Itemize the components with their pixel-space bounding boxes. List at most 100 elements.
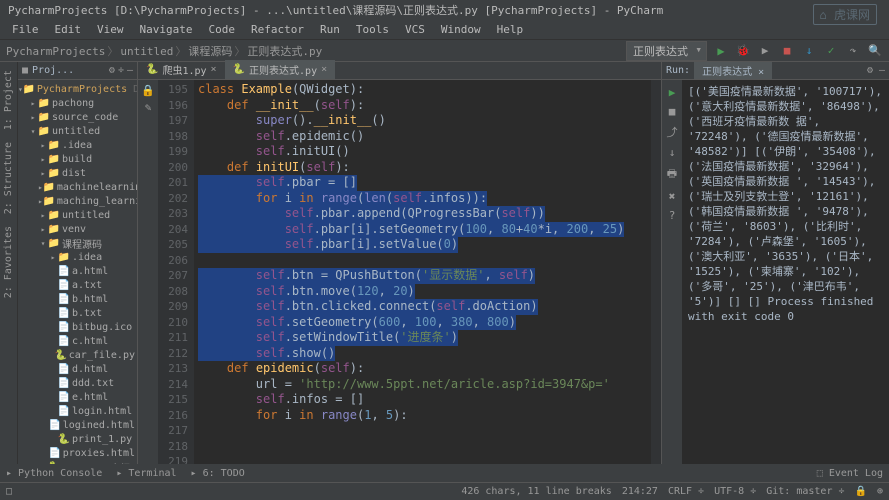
status-icon[interactable]: □ [6,486,12,497]
run-header: Run: 正则表达式 × ⚙ — [662,62,889,80]
lock-icon[interactable]: 🔒 [141,84,155,97]
tool-window-tab[interactable]: 2: Structure [3,138,14,218]
tree-node[interactable]: ▸📁dist [18,166,137,180]
status-item[interactable]: CRLF ÷ [668,486,704,497]
tool-window-tab[interactable]: 2: Favorites [3,222,14,302]
status-item[interactable]: 🔒 [855,486,867,497]
status-item[interactable]: Git: master ÷ [766,486,844,497]
tree-node[interactable]: 📄e.html [18,390,137,404]
tool-window-tab[interactable]: 1: Project [3,66,14,134]
menu-window[interactable]: Window [433,23,489,36]
tree-node[interactable]: ▸📁pachong [18,96,137,110]
tree-node[interactable]: 📄b.txt [18,306,137,320]
edit-icon[interactable]: ✎ [145,101,152,114]
tree-node[interactable]: 🐍car_file.py [18,348,137,362]
editor-tab[interactable]: 🐍爬虫1.py× [138,60,225,79]
vcs-icon[interactable]: ✓ [823,43,839,59]
editor-tab[interactable]: 🐍正则表达式.py× [225,60,336,79]
breadcrumb-item[interactable]: untitled [120,45,173,58]
status-item[interactable]: UTF-8 ÷ [714,486,756,497]
nav-bar: PycharmProjects〉untitled〉课程源码〉正则表达式.py 正… [0,40,889,62]
menu-file[interactable]: File [4,23,47,36]
status-bar: □ 426 chars, 11 line breaks 214:27 CRLF ÷ U… [0,482,889,500]
menu-refactor[interactable]: Refactor [243,23,312,36]
tree-node[interactable]: 📄d.html [18,362,137,376]
menu-tools[interactable]: Tools [348,23,397,36]
tree-node[interactable]: ▾📁课程源码 [18,236,137,250]
project-pane: ■ Proj... ⚙÷— ▾📁PycharmProjects D:\P▸📁pa… [18,62,138,482]
project-tree[interactable]: ▾📁PycharmProjects D:\P▸📁pachong▸📁source_… [18,80,137,482]
code-area[interactable]: class Example(QWidget): def __init__(sel… [194,80,651,466]
run-tools: ▶ ■ ⤴ ↓ 🖶 ✖ ? [662,80,682,482]
status-item[interactable]: ⊕ [877,486,883,497]
close-run-icon[interactable]: ✖ [669,190,676,203]
bottom-tool-strip: ▸ Python Console ▸ Terminal ▸ 6: TODO ⬚ Ev… [0,464,889,482]
collapse-icon[interactable]: ÷ [118,65,124,76]
tree-node[interactable]: 📄c.html [18,334,137,348]
menu-run[interactable]: Run [312,23,348,36]
breadcrumb[interactable]: PycharmProjects〉untitled〉课程源码〉正则表达式.py [6,43,322,59]
search-icon[interactable]: 🔍 [867,43,883,59]
run-output[interactable]: [('美国疫情最新数据', '100717'), ('意大利疫情最新数据', '… [682,80,889,482]
coverage-icon[interactable]: ▶ [757,43,773,59]
tree-node[interactable]: ▾📁PycharmProjects D:\P [18,82,137,96]
tree-node[interactable]: 📄logined.html [18,418,137,432]
project-header: ■ Proj... ⚙÷— [18,62,137,80]
watermark: ⌂ 虎课网 [813,4,877,25]
tree-node[interactable]: 🐍print_1.py [18,432,137,446]
tree-node[interactable]: 📄a.txt [18,278,137,292]
tree-node[interactable]: ▸📁maching_learning [18,194,137,208]
hide-icon[interactable]: — [127,65,133,76]
breadcrumb-item[interactable]: 正则表达式.py [247,45,322,58]
stop-icon[interactable]: ■ [779,43,795,59]
stop-run-icon[interactable]: ■ [669,105,676,118]
gear-icon[interactable]: ⚙ [109,65,115,76]
tree-node[interactable]: ▸📁source_code [18,110,137,124]
revert-icon[interactable]: ↷ [845,43,861,59]
bottom-tool-python-console[interactable]: ▸ Python Console [6,468,102,479]
tree-node[interactable]: ▸📁untitled [18,208,137,222]
tree-node[interactable]: ▸📁venv [18,222,137,236]
tree-node[interactable]: ▸📁machinelearninga [18,180,137,194]
menu-vcs[interactable]: VCS [397,23,433,36]
update-icon[interactable]: ↓ [801,43,817,59]
menu-code[interactable]: Code [200,23,243,36]
run-tab[interactable]: 正则表达式 × [694,62,772,79]
editor-pane: 🐍爬虫1.py×🐍正则表达式.py× 🔒 ✎ 19519619719819920… [138,62,661,482]
menu-help[interactable]: Help [489,23,532,36]
tree-node[interactable]: 📄login.html [18,404,137,418]
tree-node[interactable]: 📄a.html [18,264,137,278]
tree-node[interactable]: 📄proxies.html [18,446,137,460]
menu-edit[interactable]: Edit [47,23,90,36]
tree-node[interactable]: ▾📁untitled [18,124,137,138]
minimap[interactable] [651,80,661,466]
breadcrumb-item[interactable]: PycharmProjects [6,45,105,58]
debug-icon[interactable]: 🐞 [735,43,751,59]
restore-icon[interactable]: ⤴ [667,124,678,140]
run-gear-icon[interactable]: ⚙ — [867,65,885,76]
editor-tabs: 🐍爬虫1.py×🐍正则表达式.py× [138,62,661,80]
status-item[interactable]: 426 chars, 11 line breaks [461,486,612,497]
tree-node[interactable]: 📄b.html [18,292,137,306]
window-title: PycharmProjects [D:\PycharmProjects] - .… [8,2,663,18]
breadcrumb-item[interactable]: 课程源码 [188,45,232,58]
bottom-tool-terminal[interactable]: ▸ Terminal [116,468,176,479]
print-icon[interactable]: 🖶 [667,165,677,184]
tree-node[interactable]: ▸📁build [18,152,137,166]
tree-node[interactable]: 📄ddd.txt [18,376,137,390]
menu-view[interactable]: View [89,23,132,36]
editor-icon-col: 🔒 ✎ [138,80,158,466]
menu-navigate[interactable]: Navigate [132,23,201,36]
help-icon[interactable]: ? [669,209,676,222]
tree-node[interactable]: 📄bitbug.ico [18,320,137,334]
tree-node[interactable]: ▸📁.idea [18,138,137,152]
down-icon[interactable]: ↓ [669,146,676,159]
run-config-combo[interactable]: 正则表达式 [626,41,707,61]
status-item[interactable]: 214:27 [622,486,658,497]
rerun-icon[interactable]: ▶ [669,86,676,99]
run-icon[interactable]: ▶ [713,43,729,59]
tree-node[interactable]: ▸📁.idea [18,250,137,264]
left-tool-strip: 1: Project 2: Structure 2: Favorites [0,62,18,482]
bottom-tool-6-todo[interactable]: ▸ 6: TODO [191,468,245,479]
event-log-button[interactable]: ⬚ Event Log [817,468,883,479]
